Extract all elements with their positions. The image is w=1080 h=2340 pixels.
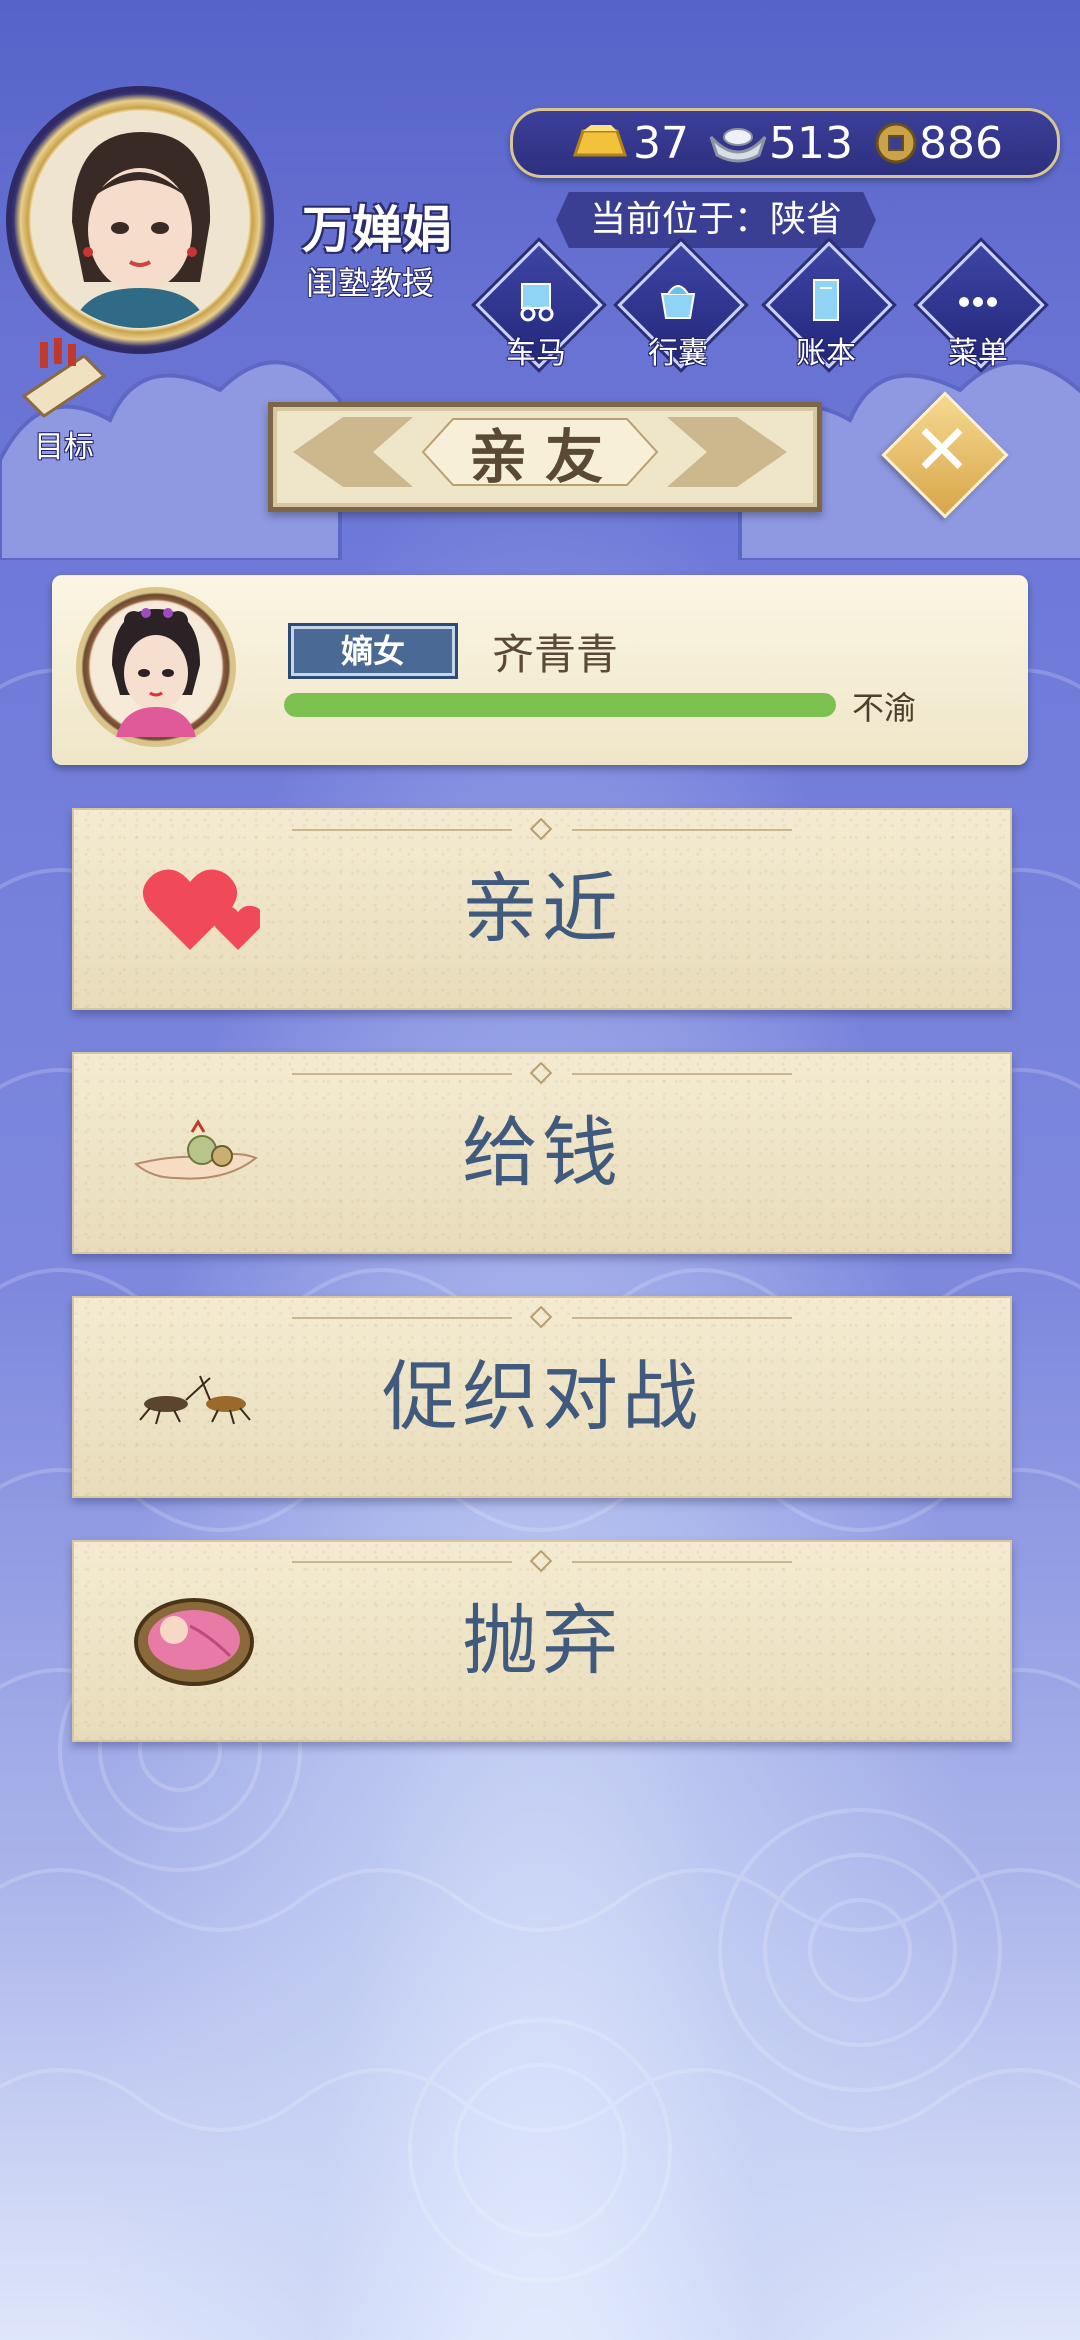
action-label-give-money: 给钱 [462,1108,622,1197]
gold-amount: 37 [633,117,689,169]
nav-bag-label: 行囊 [648,336,708,371]
action-label-abandon: 抛弃 [462,1596,622,1685]
silver-ingot-icon [709,128,767,163]
action-button-give-money[interactable]: 给钱 [72,1052,1012,1254]
mood-bar [284,693,836,717]
nav-ledger-label: 账本 [796,336,856,371]
friend-avatar [76,587,236,747]
panel-title-banner: 亲友 [268,402,822,512]
gold-ingot-icon [572,125,628,157]
nav-menu-button[interactable]: 菜单 [917,241,1045,371]
scroll-icon [21,338,107,418]
action-button-cricket-fight[interactable]: 促织对战 [72,1296,1012,1498]
nav-carriage-label: 车马 [506,336,566,371]
action-button-affection[interactable]: 亲近 [72,808,1012,1010]
friend-name: 齐青青 [492,630,619,679]
menu-dots-icon [959,297,997,307]
panel-title: 亲友 [468,423,621,491]
close-icon: ✕ [912,409,972,491]
location-label: 当前位于：陕省 [556,192,876,248]
player-portrait [32,112,248,328]
goal-label: 目标 [34,430,94,465]
friend-card: 嫡女 齐青青 不渝 [52,575,1028,765]
player-title: 闺塾教授 [306,264,435,302]
silver-amount: 513 [769,117,853,169]
player-avatar[interactable] [12,92,268,348]
copper-coin-icon [875,122,917,164]
mood-label: 不渝 [852,689,917,727]
goal-button[interactable]: 目标 [14,336,124,465]
action-label-cricket-fight: 促织对战 [382,1352,702,1441]
action-button-abandon[interactable]: 抛弃 [72,1540,1012,1742]
bag-icon [660,285,696,319]
gold-currency: 37 [567,117,689,169]
nav-ledger-button[interactable]: 账本 [765,241,893,371]
nav-carriage-button[interactable]: 车马 [475,241,603,371]
mood-bar-fill [284,693,836,717]
coin-amount: 886 [919,117,1003,169]
nav-menu-label: 菜单 [948,336,1008,371]
currency-bar: 37 513 886 [510,108,1060,178]
action-label-affection: 亲近 [462,864,622,953]
carriage-icon [520,283,554,322]
coin-currency: 886 [873,117,1003,169]
rank-badge: 嫡女 [288,623,458,679]
nav-bag-button[interactable]: 行囊 [617,241,745,371]
silver-currency: 513 [707,117,853,169]
ledger-icon [813,279,839,321]
player-name: 万婵娟 [302,201,452,259]
